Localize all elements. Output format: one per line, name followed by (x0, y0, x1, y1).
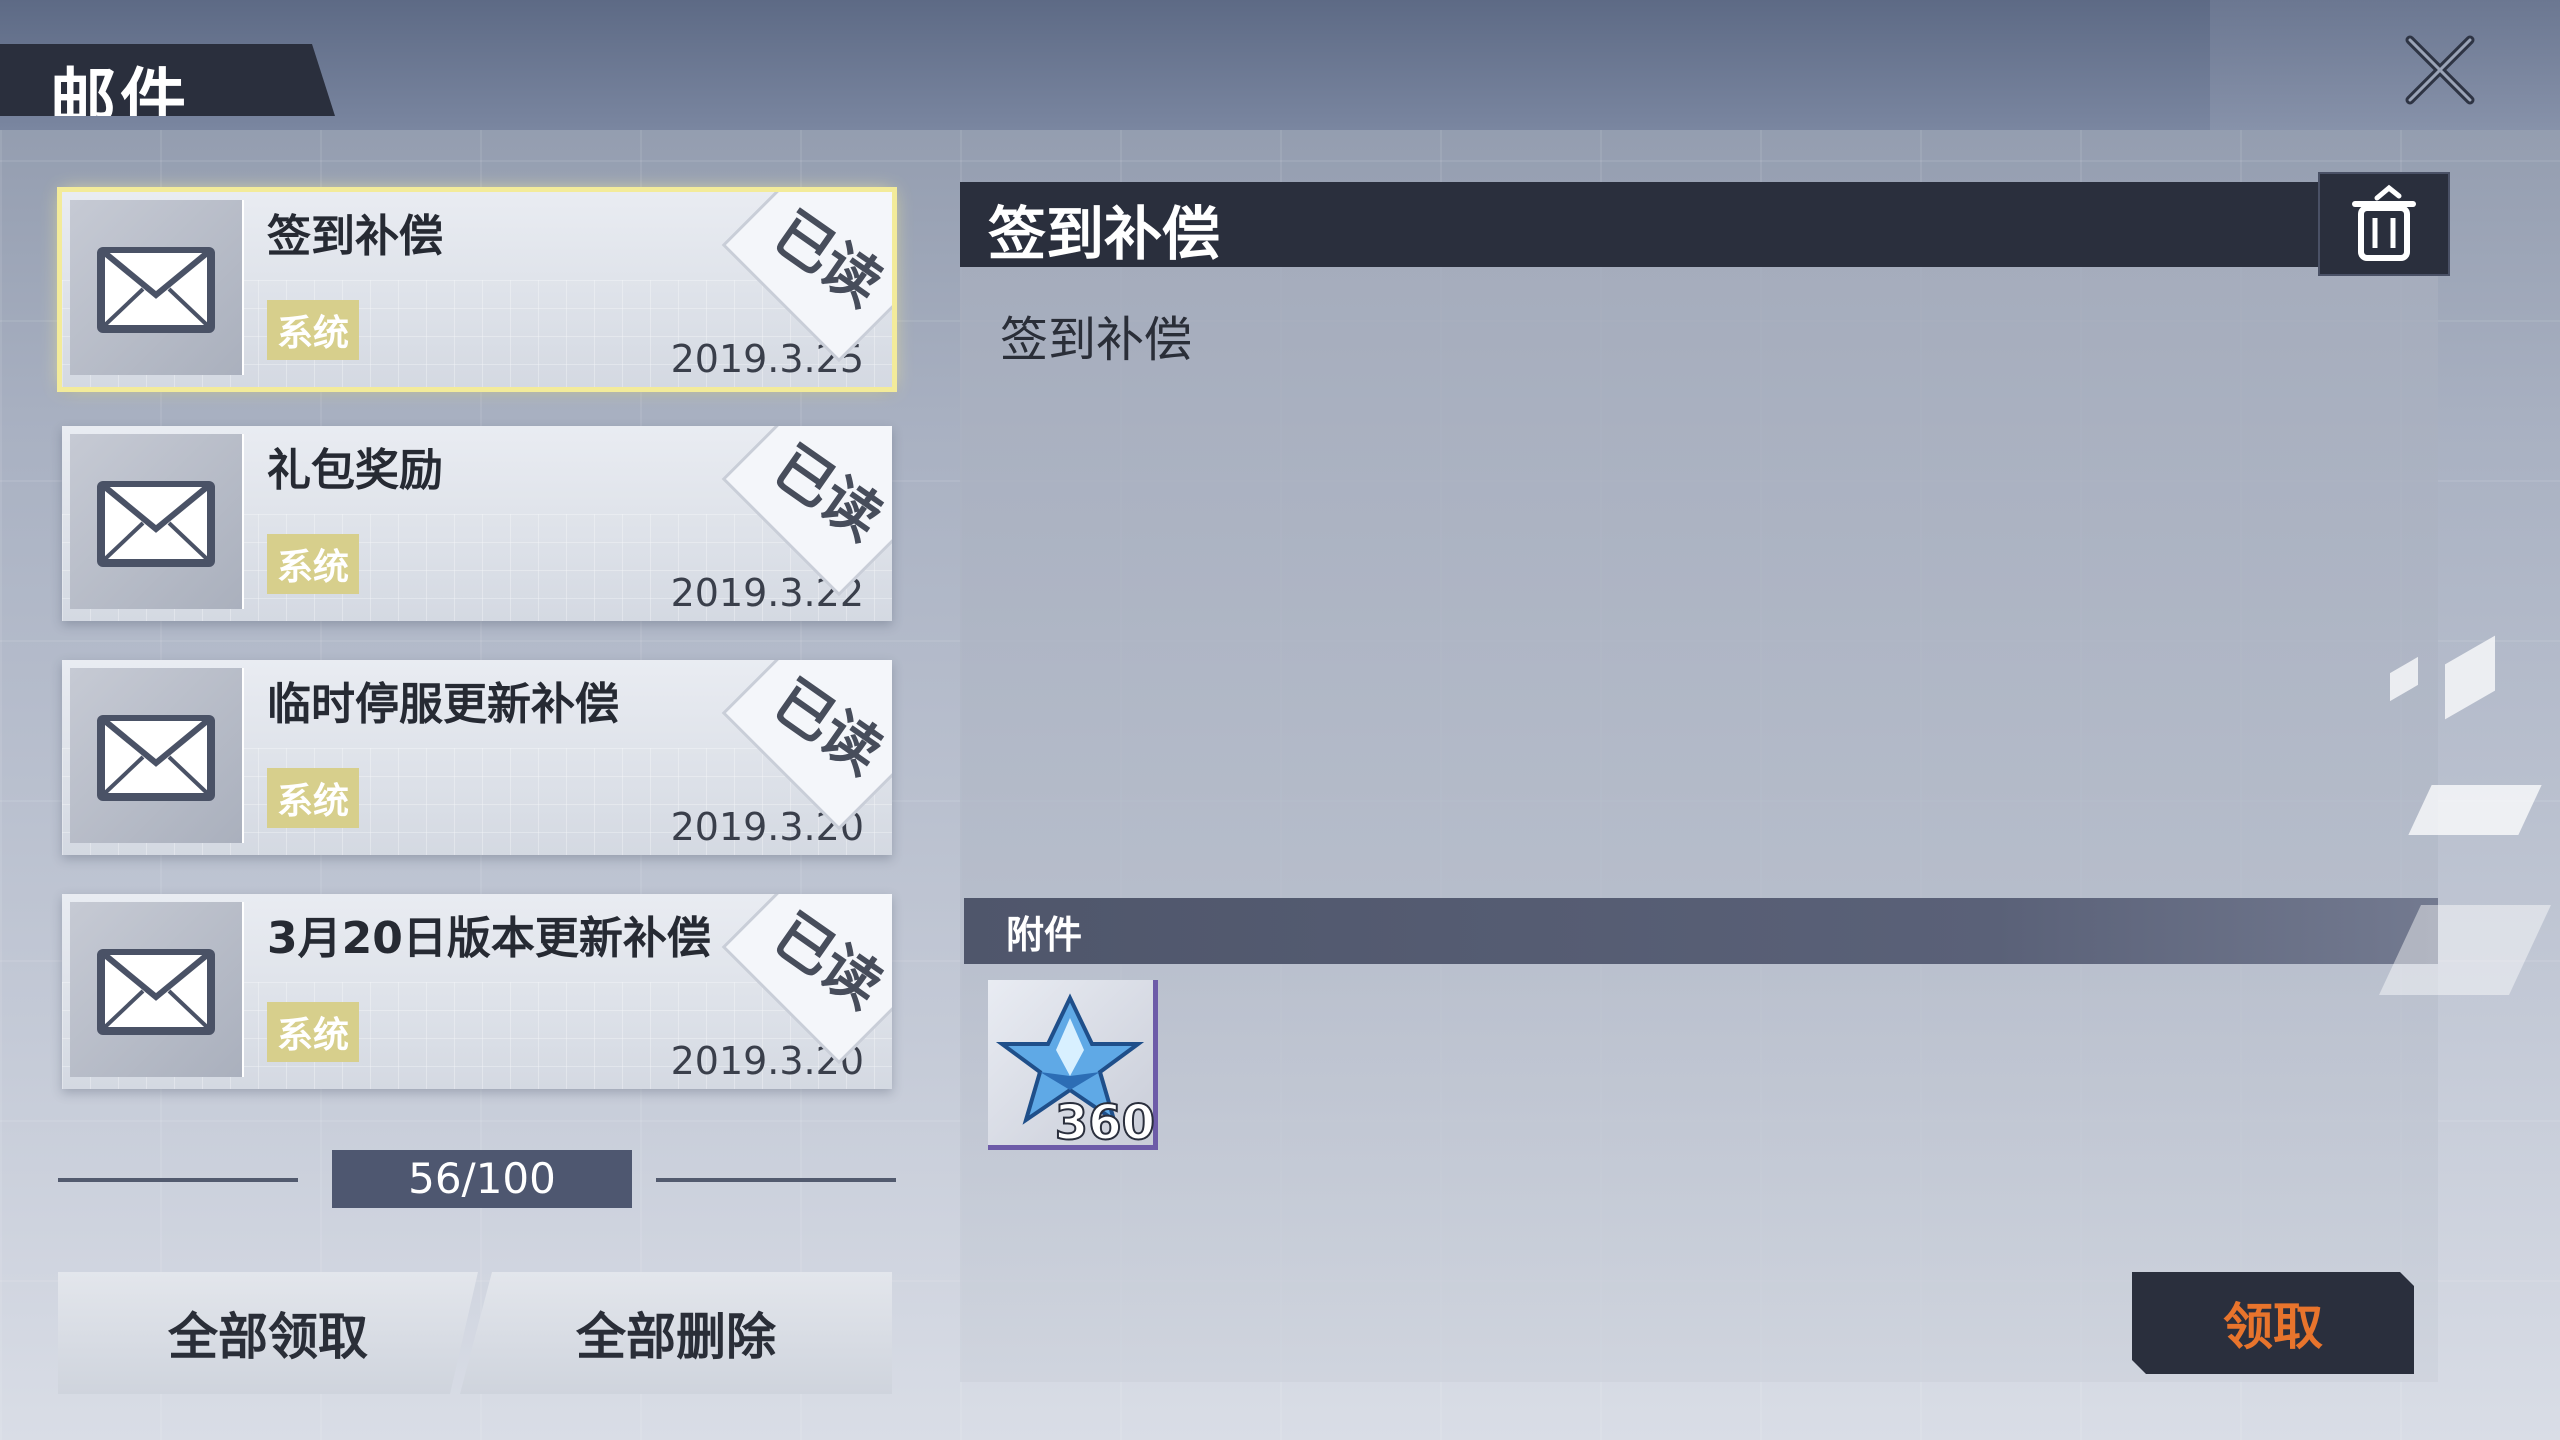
counter-divider-right (656, 1178, 896, 1182)
mail-title: 礼包奖励 (267, 445, 443, 496)
mail-tag: 系统 (267, 300, 360, 360)
mail-item[interactable]: 临时停服更新补偿 系统 2019.3.20 已读 (62, 660, 892, 855)
envelope-icon (97, 948, 215, 1035)
attachment-label: 附件 (1006, 913, 1083, 957)
mail-item[interactable]: 3月20日版本更新补偿 系统 2019.3.20 已读 (62, 894, 892, 1089)
delete-mail-button[interactable] (2318, 172, 2450, 276)
attachment-count: 360 (1054, 1094, 1156, 1152)
attachment-header: 附件 (964, 898, 2438, 964)
envelope-icon (97, 480, 215, 567)
detail-body: 签到补偿 (1000, 312, 1193, 368)
mail-item[interactable]: 签到补偿 系统 2019.3.25 已读 (57, 187, 897, 392)
mail-icon-box (70, 902, 244, 1077)
top-banner (0, 0, 2318, 130)
close-icon (2405, 35, 2475, 105)
page-title-tab: 邮件 (0, 44, 335, 116)
mail-count: 56/100 (332, 1150, 632, 1208)
delete-all-button[interactable]: 全部删除 (460, 1272, 892, 1394)
mail-icon-box (70, 668, 244, 843)
close-button[interactable] (2395, 25, 2485, 115)
mail-icon-box (70, 200, 244, 375)
delete-all-label: 全部删除 (576, 1308, 776, 1366)
mail-tag: 系统 (267, 768, 360, 828)
counter-divider-left (58, 1178, 298, 1182)
envelope-icon (97, 714, 215, 801)
trash-icon (2352, 184, 2416, 261)
top-banner-right (2210, 0, 2560, 130)
decor-shard (2408, 785, 2542, 835)
read-stamp: 已读 (721, 894, 892, 1065)
detail-title: 签到补偿 (988, 200, 1221, 268)
mail-title: 签到补偿 (267, 211, 443, 262)
read-stamp: 已读 (721, 192, 892, 363)
read-stamp: 已读 (721, 426, 892, 597)
mail-title: 3月20日版本更新补偿 (267, 913, 711, 964)
mail-tag: 系统 (267, 1002, 360, 1062)
detail-header: 签到补偿 (960, 172, 2450, 276)
mail-icon-box (70, 434, 244, 609)
claim-all-button[interactable]: 全部领取 (58, 1272, 478, 1394)
claim-all-label: 全部领取 (168, 1308, 368, 1366)
read-stamp: 已读 (721, 660, 892, 831)
mail-item[interactable]: 礼包奖励 系统 2019.3.22 已读 (62, 426, 892, 621)
mail-title: 临时停服更新补偿 (267, 679, 619, 730)
attachment-item[interactable]: 360 (988, 980, 1158, 1152)
claim-label: 领取 (2223, 1298, 2323, 1356)
claim-button[interactable]: 领取 (2132, 1272, 2414, 1374)
envelope-icon (97, 246, 215, 333)
mail-tag: 系统 (267, 534, 360, 594)
